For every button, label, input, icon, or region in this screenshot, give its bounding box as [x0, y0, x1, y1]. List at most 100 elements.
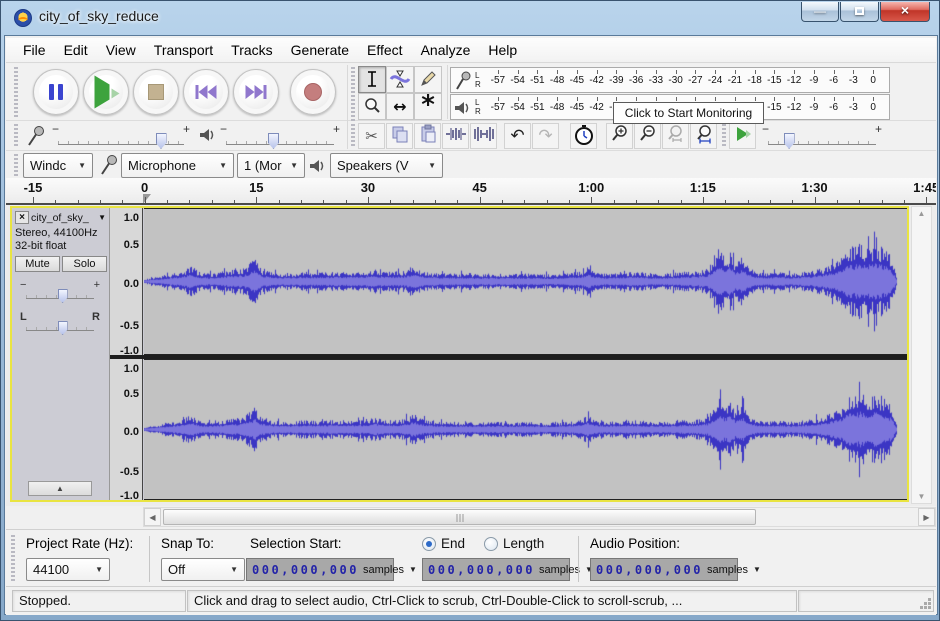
timeshift-tool-button[interactable]: ↔	[386, 93, 414, 120]
minimize-icon: —	[814, 4, 826, 18]
slider-thumb[interactable]	[268, 133, 279, 149]
fit-selection-button[interactable]	[662, 123, 689, 149]
timeline-tick	[502, 200, 503, 203]
horizontal-scrollbar[interactable]: ◀ ▶	[143, 507, 936, 527]
chevron-down-icon[interactable]: ▼	[750, 565, 764, 574]
solo-button[interactable]: Solo	[62, 256, 107, 272]
timeshift-icon: ↔	[393, 97, 406, 116]
selection-toolbar-grip[interactable]	[11, 535, 15, 581]
menu-generate[interactable]: Generate	[282, 38, 358, 63]
monitoring-tooltip[interactable]: Click to Start Monitoring	[613, 102, 764, 124]
end-radio[interactable]: End	[422, 536, 465, 551]
recording-channels-select[interactable]: 1 (Mor ▼	[237, 153, 305, 178]
timeline-tick	[815, 197, 816, 203]
transport-toolbar-grip[interactable]	[14, 67, 18, 117]
stop-button[interactable]	[133, 69, 179, 115]
zoom-in-button[interactable]	[606, 123, 633, 149]
timeline-tick	[279, 200, 280, 203]
recording-volume-slider[interactable]: − +	[52, 124, 190, 150]
zoom-out-button[interactable]	[634, 123, 661, 149]
draw-tool-button[interactable]	[414, 66, 442, 93]
audio-position-field[interactable]: 000,000,000 samples ▼	[590, 558, 738, 581]
timeline-tick	[100, 200, 101, 203]
slider-thumb[interactable]	[156, 133, 167, 149]
envelope-tool-button[interactable]	[386, 66, 414, 93]
audio-host-select[interactable]: Windc ▼	[23, 153, 93, 178]
pause-button[interactable]	[33, 69, 79, 115]
vertical-scrollbar[interactable]: ▲ ▼	[911, 206, 932, 504]
scroll-right-button[interactable]: ▶	[918, 508, 935, 526]
paste-button[interactable]	[414, 123, 441, 149]
redo-button[interactable]: ↷	[532, 123, 559, 149]
selection-start-field[interactable]: 000,000,000 samples ▼	[246, 558, 394, 581]
playback-speed-slider[interactable]: − +	[762, 124, 882, 150]
mute-button[interactable]: Mute	[15, 256, 60, 272]
menu-file[interactable]: File	[14, 38, 55, 63]
track-close-button[interactable]: ×	[15, 211, 29, 224]
audio-host-value: Windc	[30, 158, 74, 173]
playback-device-select[interactable]: Speakers (V ▼	[330, 153, 443, 178]
mixer-toolbar-grip[interactable]	[14, 124, 18, 148]
timeline-ruler[interactable]: -1501530451:001:151:301:45	[6, 178, 936, 205]
menu-transport[interactable]: Transport	[145, 38, 222, 63]
multi-tool-button[interactable]: *	[414, 93, 442, 120]
track-menu-button[interactable]: city_of_sky_ ▼	[31, 211, 106, 224]
skip-to-start-button[interactable]	[183, 69, 229, 115]
slider-thumb[interactable]	[58, 289, 68, 303]
menu-edit[interactable]: Edit	[55, 38, 97, 63]
slider-thumb[interactable]	[58, 321, 68, 335]
edit-toolbar-grip[interactable]	[351, 124, 355, 148]
slider-thumb[interactable]	[784, 133, 795, 149]
snap-to-select[interactable]: Off ▼	[161, 558, 245, 581]
vertical-ruler[interactable]: 1.00.50.0-0.5-1.0	[110, 359, 143, 500]
waveform-right[interactable]	[144, 359, 907, 500]
tools-toolbar-grip[interactable]	[351, 67, 355, 121]
scroll-left-button[interactable]: ◀	[144, 508, 161, 526]
record-button[interactable]	[290, 69, 336, 115]
title-bar[interactable]: city_of_sky_reduce — ×	[1, 1, 939, 35]
selection-end-field[interactable]: 000,000,000 samples ▼	[422, 558, 570, 581]
skip-to-end-button[interactable]	[233, 69, 279, 115]
waveform-canvas[interactable]	[144, 360, 907, 499]
chevron-down-icon[interactable]: ▼	[406, 565, 420, 574]
recording-device-select[interactable]: Microphone ▼	[121, 153, 234, 178]
play-button[interactable]	[83, 69, 129, 115]
resize-grip-icon[interactable]	[928, 606, 931, 609]
fit-project-button[interactable]	[690, 123, 717, 149]
sync-lock-button[interactable]	[570, 123, 597, 149]
copy-button[interactable]	[386, 123, 413, 149]
project-rate-select[interactable]: 44100 ▼	[26, 558, 110, 581]
track-pan-slider[interactable]: L R	[20, 312, 100, 336]
scroll-up-icon[interactable]: ▲	[912, 209, 931, 218]
scroll-down-icon[interactable]: ▼	[912, 492, 931, 501]
menu-analyze[interactable]: Analyze	[412, 38, 480, 63]
chevron-down-icon: ▼	[98, 213, 106, 222]
track-collapse-button[interactable]: ▲	[28, 481, 92, 496]
maximize-button[interactable]	[840, 2, 879, 22]
device-toolbar-grip[interactable]	[14, 154, 18, 178]
silence-audio-button[interactable]	[470, 123, 497, 149]
recording-meter[interactable]: LR -57-54-51-48-45-42-39-36-33-30-27-24-…	[450, 67, 890, 93]
menu-view[interactable]: View	[97, 38, 145, 63]
undo-button[interactable]: ↶	[504, 123, 531, 149]
menu-help[interactable]: Help	[479, 38, 526, 63]
zoom-in-icon	[610, 124, 630, 144]
menu-effect[interactable]: Effect	[358, 38, 412, 63]
menu-tracks[interactable]: Tracks	[222, 38, 281, 63]
cut-button[interactable]: ✂	[358, 123, 385, 149]
zoom-tool-button[interactable]	[358, 93, 386, 120]
play-at-speed-button[interactable]	[729, 123, 756, 149]
vertical-ruler[interactable]: 1.00.50.0-0.5-1.0	[110, 208, 143, 355]
playback-volume-slider[interactable]: − +	[220, 124, 340, 150]
trim-audio-button[interactable]	[442, 123, 469, 149]
minimize-button[interactable]: —	[801, 2, 839, 22]
selection-tool-button[interactable]	[358, 66, 386, 93]
waveform-left[interactable]	[144, 208, 907, 355]
meter-scale-value: -51	[528, 69, 548, 92]
scrollbar-thumb[interactable]	[163, 509, 756, 525]
close-button[interactable]: ×	[880, 2, 930, 22]
transcription-toolbar-grip[interactable]	[722, 124, 726, 148]
track-gain-slider[interactable]: − +	[20, 280, 100, 304]
waveform-canvas[interactable]	[144, 209, 907, 354]
length-radio[interactable]: Length	[484, 536, 544, 551]
